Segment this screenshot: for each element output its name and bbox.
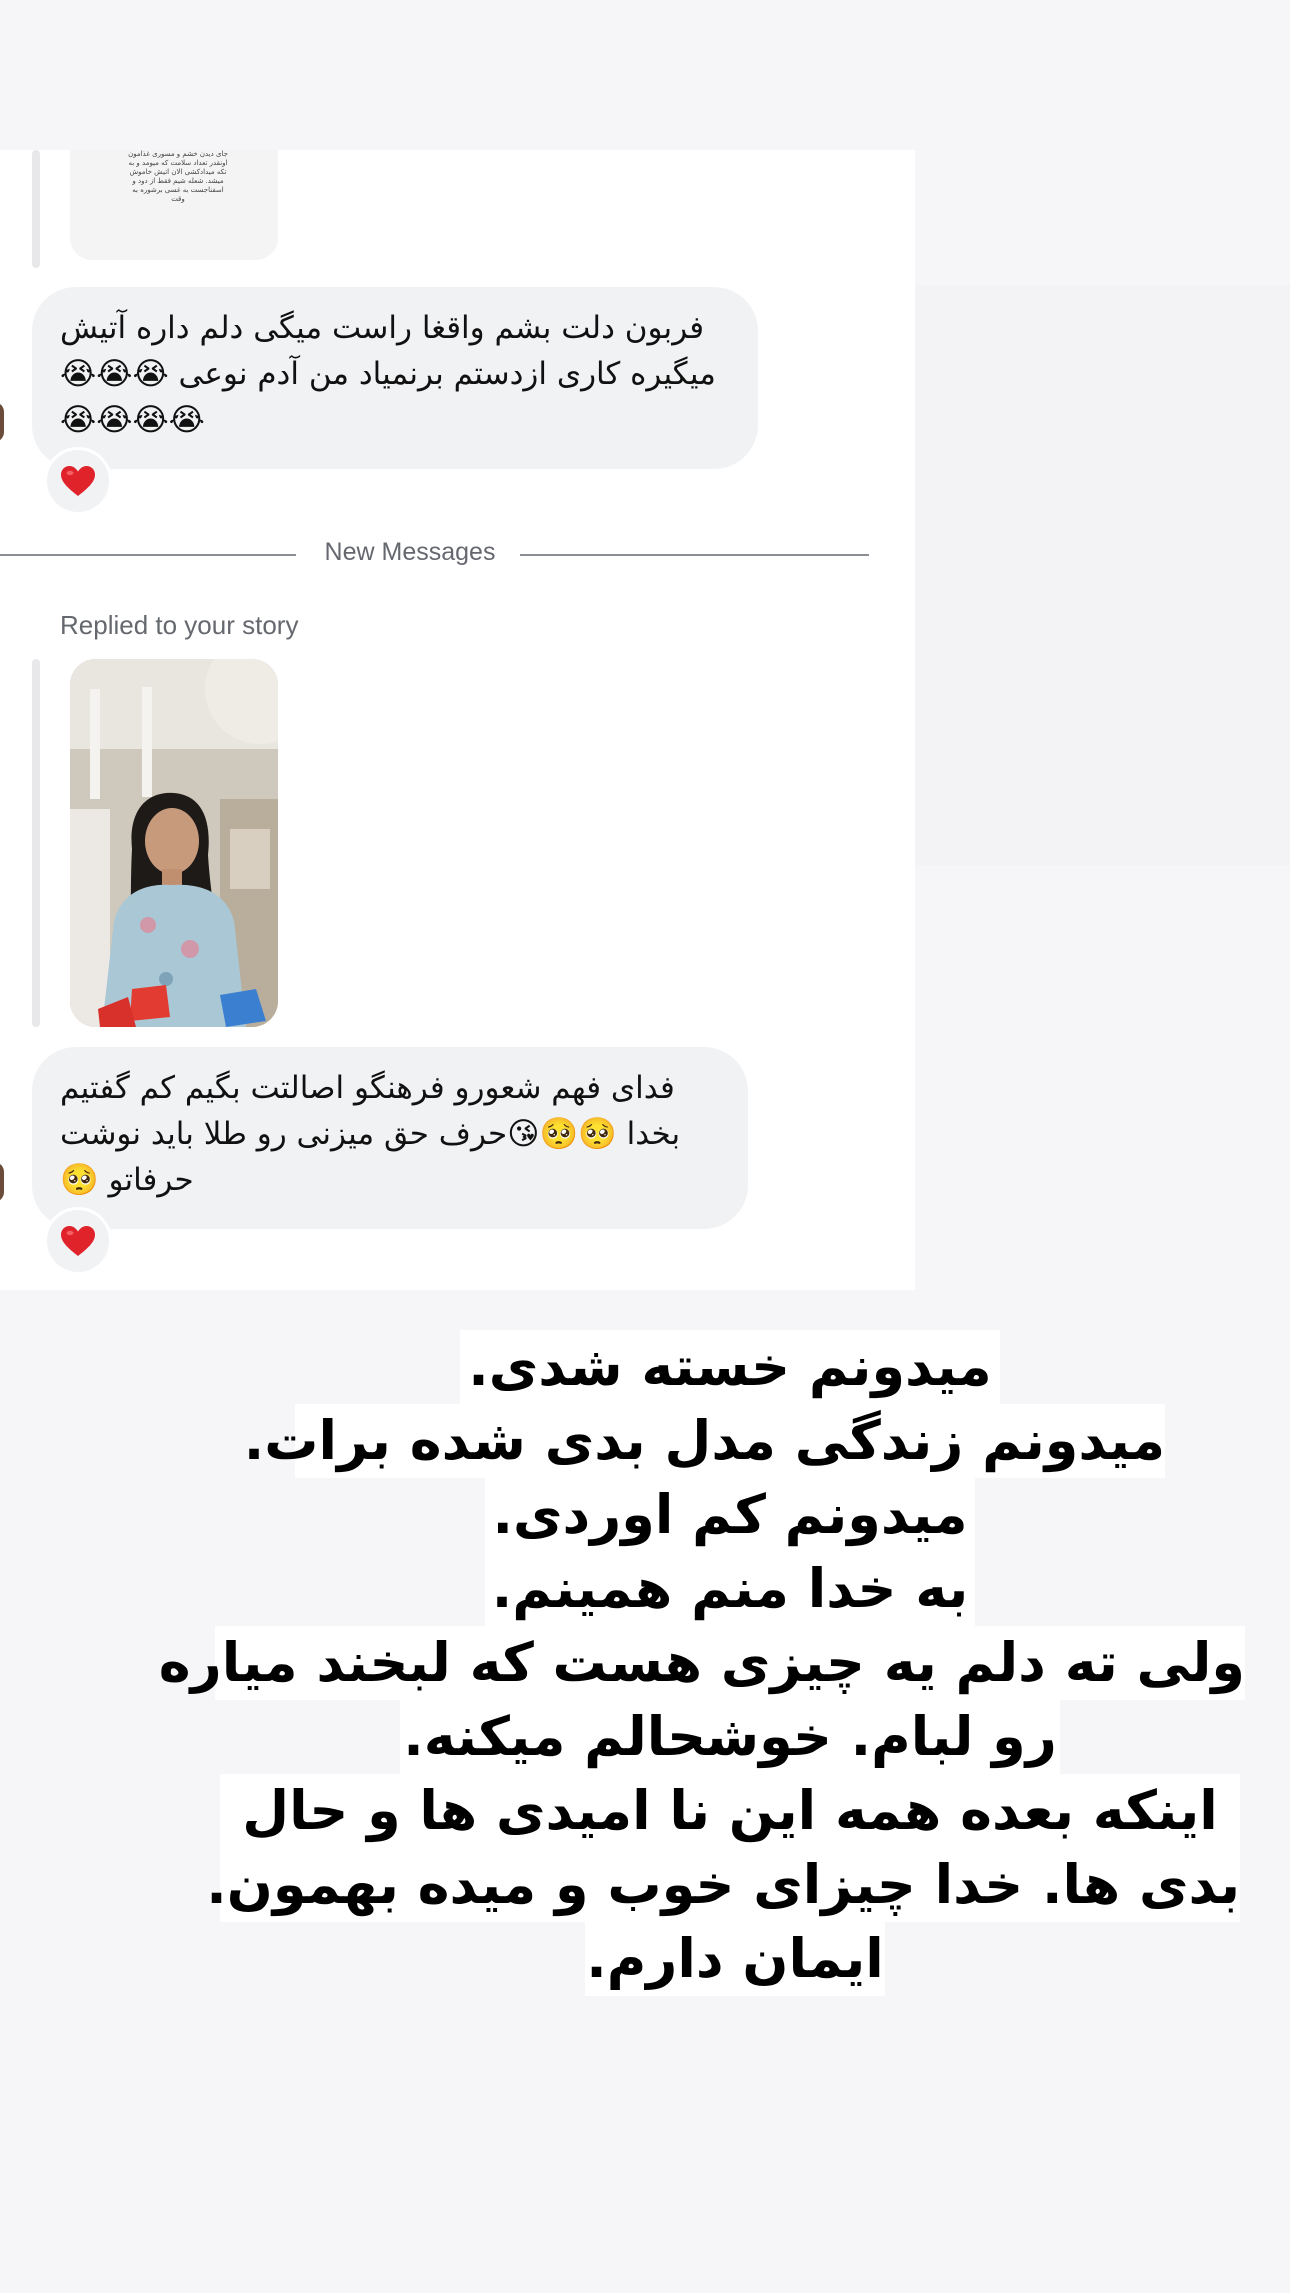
new-messages-divider: New Messages: [324, 538, 496, 566]
reply-rail: [32, 659, 40, 1027]
background-panel: [915, 285, 1290, 865]
story-thumbnail-text: جای دیدن خشم و مسوری غذامون اونقدر تعداد…: [128, 150, 228, 203]
message-text: فربون دلت بشم واقغا راست میگی دلم داره آ…: [60, 310, 716, 438]
caption-line: ایمان دارم.: [585, 1922, 885, 1996]
caption-line: اینکه بعده همه این نا امیدی ها و حال: [220, 1774, 1240, 1848]
message-bubble[interactable]: فدای فهم شعورو فرهنگو اصالتت بگیم کم گفت…: [32, 1047, 748, 1229]
status-area: [0, 0, 1290, 150]
caption-line: میدونم کم اوردی.: [485, 1478, 975, 1552]
divider-line-left: [0, 554, 296, 556]
story-thumbnail[interactable]: جای دیدن خشم و مسوری غذامون اونقدر تعداد…: [70, 150, 278, 260]
caption-line: رو لبام. خوشحالم میکنه.: [400, 1700, 1060, 1774]
reply-context-label: Replied to your story: [60, 610, 299, 640]
reaction-badge[interactable]: [44, 1207, 112, 1275]
story-image: [70, 659, 278, 1027]
caption-line: بدی ها. خدا چیزای خوب و میده بهمون.: [206, 1848, 1240, 1922]
caption-line: ولی ته دلم یه چیزی هست که لبخند میاره: [159, 1626, 1245, 1700]
reply-rail: [32, 150, 40, 268]
divider-line-right: [520, 554, 869, 556]
caption-line: به خدا منم همینم.: [485, 1552, 975, 1626]
caption-line: میدونم خسته شدی.: [460, 1330, 1000, 1404]
heart-icon: [61, 1226, 95, 1256]
caption-line: میدونم زندگی مدل بدی شده برات.: [244, 1404, 1165, 1478]
reaction-badge[interactable]: [44, 447, 112, 515]
message-bubble[interactable]: فربون دلت بشم واقغا راست میگی دلم داره آ…: [32, 287, 758, 469]
message-text: فدای فهم شعورو فرهنگو اصالتت بگیم کم گفت…: [60, 1070, 681, 1198]
heart-icon: [61, 466, 95, 496]
story-thumbnail[interactable]: [70, 659, 278, 1027]
